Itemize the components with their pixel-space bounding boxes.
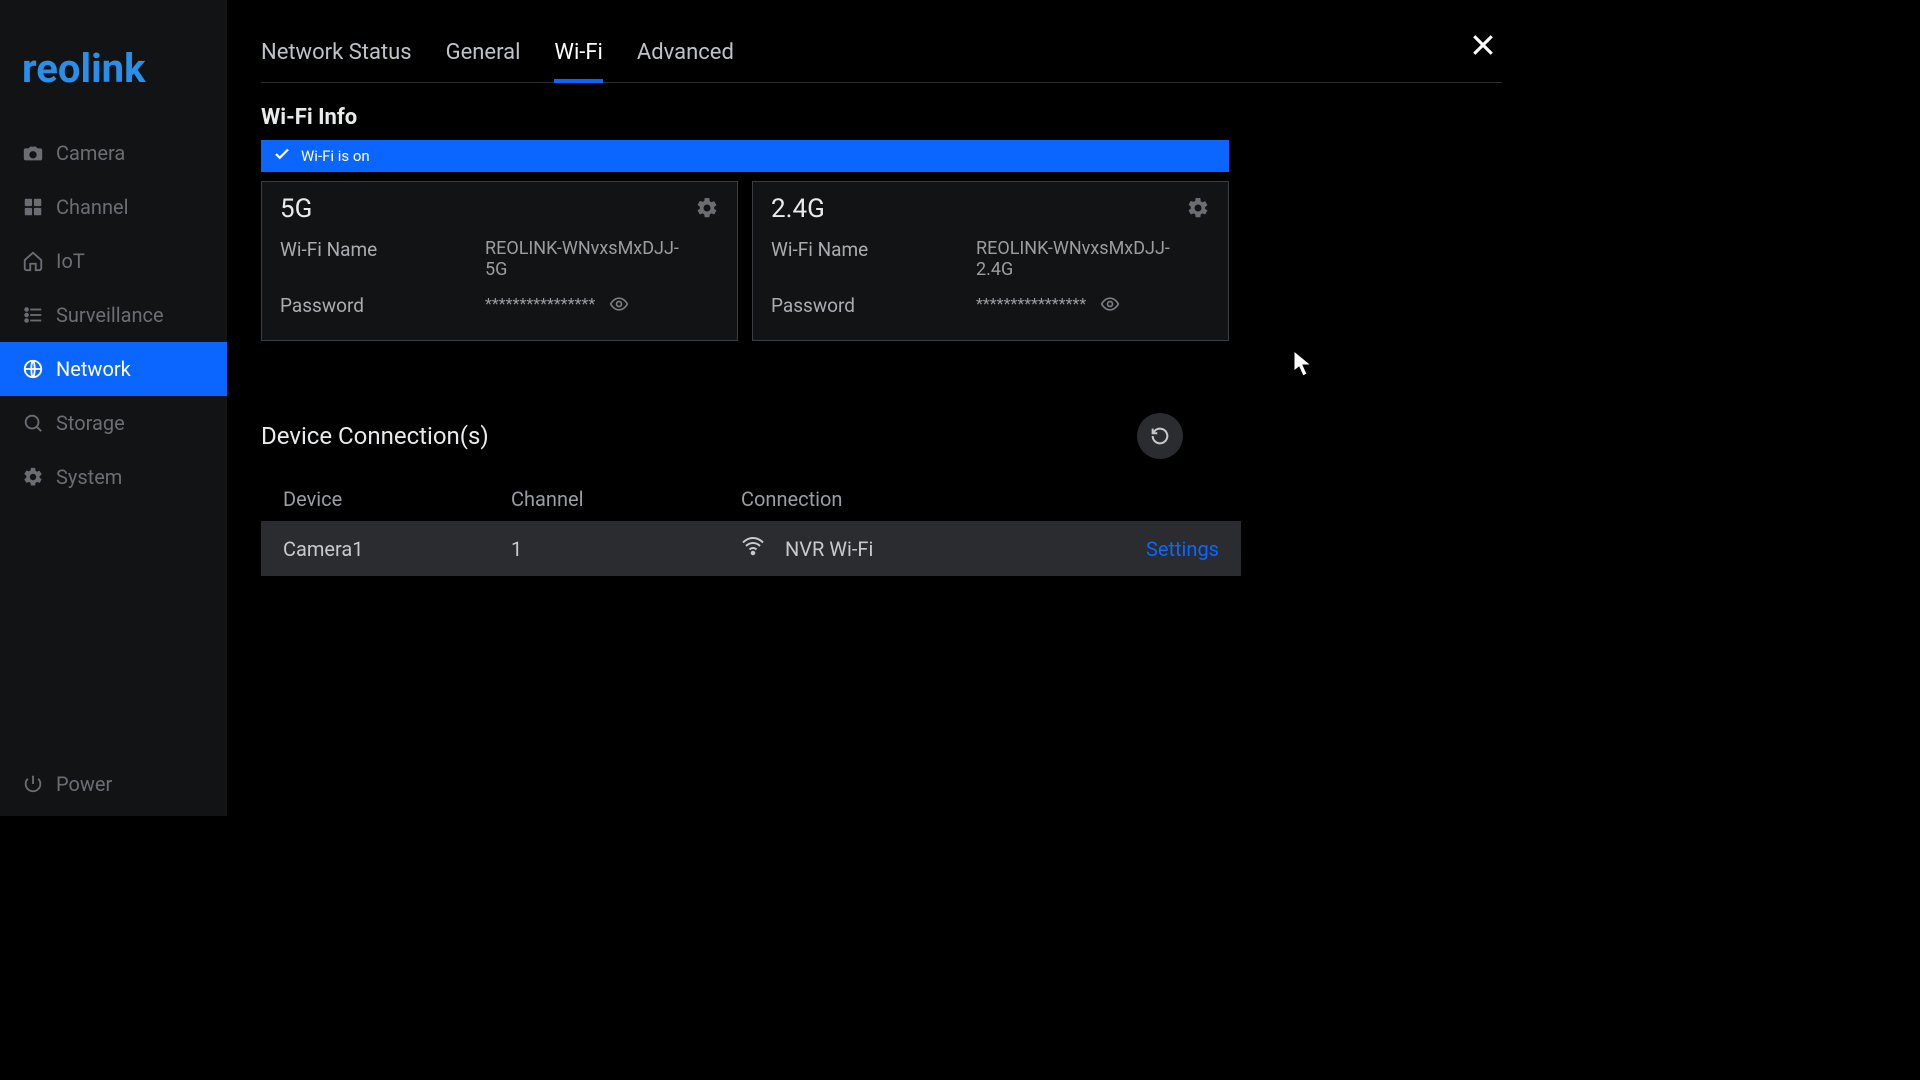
sidebar-item-system[interactable]: System: [0, 450, 227, 504]
main-content: Network Status General Wi-Fi Advanced Wi…: [227, 0, 1536, 816]
cell-connection: NVR Wi-Fi: [785, 537, 873, 561]
sidebar-item-label: IoT: [56, 249, 85, 273]
wifi-status-bar: Wi-Fi is on: [261, 140, 1229, 172]
grid-icon: [22, 196, 44, 218]
wifi-card-24g: 2.4G Wi-Fi Name REOLINK-WNvxsMxDJJ-2.4G …: [752, 181, 1229, 341]
sidebar-item-channel[interactable]: Channel: [0, 180, 227, 234]
wifi-band-title-24g: 2.4G: [771, 194, 1210, 224]
wifi-name-label-5g: Wi-Fi Name: [280, 238, 485, 261]
tabs: Network Status General Wi-Fi Advanced: [261, 40, 1502, 83]
tab-advanced[interactable]: Advanced: [637, 40, 734, 82]
wifi-cards: 5G Wi-Fi Name REOLINK-WNvxsMxDJJ-5G Pass…: [261, 181, 1229, 341]
col-header-channel: Channel: [511, 487, 741, 511]
wifi-card-settings-5g[interactable]: [695, 196, 719, 224]
wifi-status-text: Wi-Fi is on: [301, 147, 370, 165]
wifi-info-title: Wi-Fi Info: [261, 105, 1502, 130]
wifi-card-5g: 5G Wi-Fi Name REOLINK-WNvxsMxDJJ-5G Pass…: [261, 181, 738, 341]
sidebar-item-label: Network: [56, 357, 131, 381]
tab-general[interactable]: General: [446, 40, 521, 82]
table-row: Camera1 1 NVR Wi-Fi Settings: [261, 521, 1241, 576]
wifi-password-value-24g: ****************: [976, 294, 1086, 313]
row-settings-link[interactable]: Settings: [1146, 537, 1219, 561]
power-icon: [22, 773, 44, 795]
wifi-name-value-24g: REOLINK-WNvxsMxDJJ-2.4G: [976, 238, 1176, 280]
sidebar-item-label: System: [56, 465, 122, 489]
device-table: Device Channel Connection Camera1 1 NVR …: [261, 477, 1241, 576]
sidebar-item-label: Channel: [56, 195, 128, 219]
sidebar: reolink Camera Channel IoT: [0, 0, 227, 816]
cell-device: Camera1: [283, 537, 511, 561]
sidebar-item-label: Storage: [56, 411, 125, 435]
close-icon[interactable]: [1468, 30, 1498, 64]
list-icon: [22, 304, 44, 326]
col-header-connection: Connection: [741, 487, 1106, 511]
camera-icon: [22, 142, 44, 164]
cell-channel: 1: [511, 537, 741, 561]
sidebar-item-network[interactable]: Network: [0, 342, 227, 396]
gear-icon: [22, 466, 44, 488]
tab-wifi[interactable]: Wi-Fi: [554, 40, 602, 83]
mouse-cursor-icon: [1293, 350, 1313, 382]
sidebar-item-power[interactable]: Power: [0, 757, 227, 811]
wifi-password-label-5g: Password: [280, 294, 485, 317]
wifi-password-label-24g: Password: [771, 294, 976, 317]
search-icon: [22, 412, 44, 434]
wifi-password-value-5g: ****************: [485, 294, 595, 313]
wifi-card-settings-24g[interactable]: [1186, 196, 1210, 224]
wifi-band-title-5g: 5G: [280, 194, 719, 224]
sidebar-item-storage[interactable]: Storage: [0, 396, 227, 450]
sidebar-item-iot[interactable]: IoT: [0, 234, 227, 288]
wifi-name-label-24g: Wi-Fi Name: [771, 238, 976, 261]
wifi-icon: [741, 534, 765, 563]
col-header-device: Device: [283, 487, 511, 511]
eye-icon[interactable]: [1100, 294, 1120, 318]
sidebar-item-label: Power: [56, 772, 112, 796]
eye-icon[interactable]: [609, 294, 629, 318]
brand-logo: reolink: [0, 35, 227, 114]
sidebar-item-camera[interactable]: Camera: [0, 126, 227, 180]
check-icon: [273, 145, 291, 167]
globe-icon: [22, 358, 44, 380]
home-icon: [22, 250, 44, 272]
refresh-button[interactable]: [1137, 413, 1183, 459]
sidebar-item-label: Surveillance: [56, 303, 164, 327]
device-connections-title: Device Connection(s): [261, 422, 1137, 450]
sidebar-nav: Camera Channel IoT Surveillance: [0, 126, 227, 816]
sidebar-item-surveillance[interactable]: Surveillance: [0, 288, 227, 342]
tab-network-status[interactable]: Network Status: [261, 40, 412, 82]
wifi-name-value-5g: REOLINK-WNvxsMxDJJ-5G: [485, 238, 685, 280]
sidebar-item-label: Camera: [56, 141, 125, 165]
